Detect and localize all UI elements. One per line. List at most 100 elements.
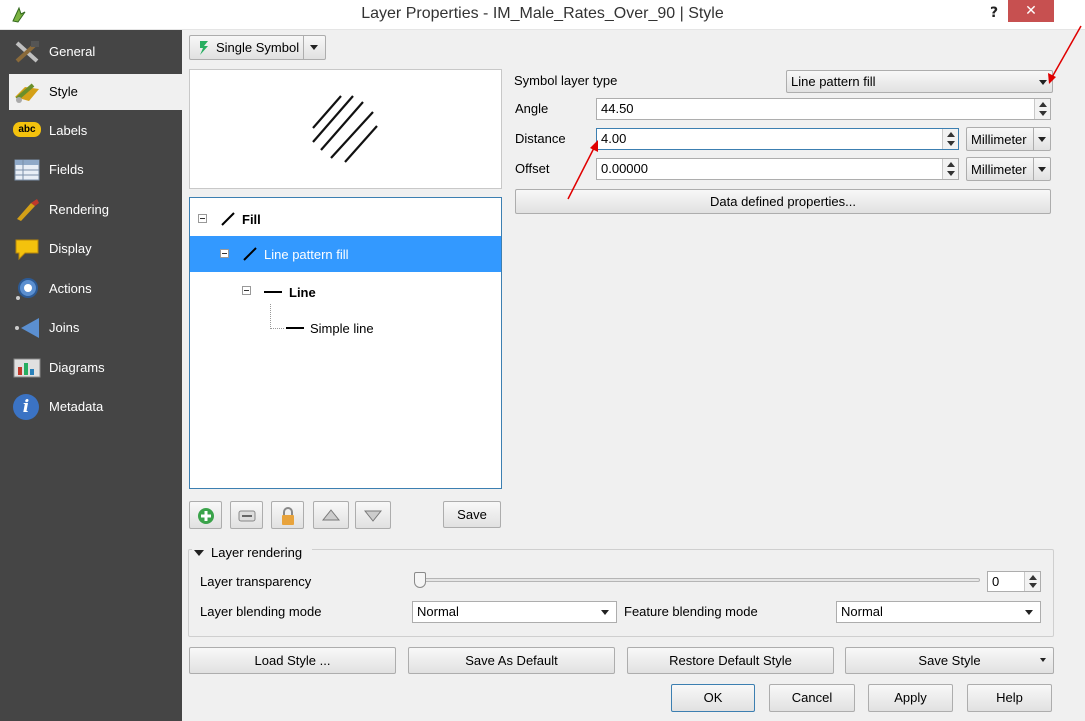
help-button[interactable]: Help [967,684,1052,712]
sidebar-item-diagrams[interactable]: Diagrams [9,350,182,386]
distance-unit-select[interactable]: Millimeter [966,127,1051,151]
renderer-label: Single Symbol [216,40,300,55]
collapse-icon[interactable] [242,286,251,295]
chevron-down-icon [1038,137,1046,142]
chevron-down-icon [1025,610,1033,615]
chevron-down-icon [601,610,609,615]
distance-label: Distance [515,131,566,146]
save-style-label: Save Style [918,653,981,668]
angle-stepper[interactable] [1034,99,1050,119]
unit-divider [1033,158,1034,180]
offset-label: Offset [515,161,550,176]
sidebar-item-style[interactable]: Style [9,74,182,110]
collapse-icon[interactable] [198,214,207,223]
line-pattern-preview [312,95,378,163]
renderer-divider [303,36,304,59]
move-up-button[interactable] [313,501,349,529]
move-down-button[interactable] [355,501,391,529]
sidebar-item-label: Metadata [49,399,104,414]
symbol-preview [189,69,502,189]
chevron-down-icon [310,45,318,50]
sidebar-item-label: Labels [49,123,88,138]
sidebar-item-label: Style [49,84,78,99]
move-down-icon [364,510,382,522]
save-style-button[interactable]: Save Style [845,647,1054,674]
offset-value: 0.00000 [601,161,648,176]
tree-label-line-pattern-fill: Line pattern fill [264,247,349,262]
cancel-button[interactable]: Cancel [769,684,855,712]
tree-item-line[interactable]: Line [190,274,501,310]
unit-divider [1033,128,1034,150]
minus-icon [238,510,256,522]
offset-spinbox[interactable]: 0.00000 [596,158,959,180]
display-icon [15,239,39,261]
sidebar-item-fields[interactable]: Fields [9,152,182,188]
transparency-spinbox[interactable]: 0 [987,571,1041,592]
transparency-value: 0 [992,574,1000,589]
distance-spinbox[interactable]: 4.00 [596,128,959,150]
line-pattern-symbol-icon [243,247,257,261]
restore-default-style-button[interactable]: Restore Default Style [627,647,834,674]
layer-rendering-header[interactable]: Layer rendering [192,544,312,562]
line-symbol-icon [264,291,282,293]
sidebar-item-label: General [49,44,96,59]
plus-icon [198,508,214,524]
load-style-button[interactable]: Load Style ... [189,647,396,674]
renderer-select[interactable]: Single Symbol [189,35,326,60]
lock-layer-button[interactable] [271,501,304,529]
transparency-stepper[interactable] [1024,572,1040,591]
data-defined-properties-button[interactable]: Data defined properties... [515,189,1051,214]
tree-item-simple-line[interactable]: Simple line [190,304,501,346]
feature-blending-value: Normal [841,604,883,619]
sidebar-item-label: Joins [49,320,80,335]
angle-spinbox[interactable]: 44.50 [596,98,1051,120]
collapse-icon[interactable] [220,249,229,258]
collapse-triangle-icon [194,550,204,556]
save-as-default-button[interactable]: Save As Default [408,647,615,674]
feature-blending-select[interactable]: Normal [836,601,1041,623]
ok-button[interactable]: OK [671,684,755,712]
sidebar-item-label: Actions [49,281,92,296]
symbol-layer-type-select[interactable]: Line pattern fill [786,70,1053,93]
fill-symbol-icon [221,212,235,226]
save-symbol-button[interactable]: Save [443,501,501,528]
lock-icon [282,507,294,525]
sidebar-item-metadata[interactable]: i Metadata [9,389,182,425]
distance-value: 4.00 [601,131,627,146]
apply-button[interactable]: Apply [868,684,953,712]
sidebar-item-display[interactable]: Display [9,231,182,267]
close-button[interactable]: ✕ [1008,0,1054,22]
distance-unit-value: Millimeter [971,132,1027,147]
tree-connector [270,328,284,329]
single-symbol-icon [200,41,208,55]
layer-blending-label: Layer blending mode [200,604,322,619]
diagrams-icon [13,358,41,378]
general-icon [15,41,39,63]
labels-icon: abc [13,122,41,137]
help-title-button[interactable]: ? [983,2,1005,24]
angle-value: 44.50 [601,101,634,116]
distance-stepper[interactable] [942,129,958,149]
tree-item-fill[interactable]: Fill [190,200,501,236]
sidebar-item-actions[interactable]: Actions [9,271,182,307]
sidebar-item-general[interactable]: General [9,34,182,70]
fields-icon [14,159,40,181]
transparency-slider-track[interactable] [420,578,980,582]
transparency-slider-handle[interactable] [414,572,426,588]
tree-connector [270,304,271,329]
layer-rendering-title: Layer rendering [211,545,303,560]
offset-unit-select[interactable]: Millimeter [966,157,1051,181]
tree-item-line-pattern-fill[interactable]: Line pattern fill [190,236,501,272]
rendering-icon [17,199,39,221]
layer-blending-value: Normal [417,604,459,619]
add-symbol-layer-button[interactable] [189,501,222,529]
sidebar-item-labels[interactable]: abc Labels [9,113,182,149]
offset-unit-value: Millimeter [971,162,1027,177]
offset-stepper[interactable] [942,159,958,179]
layer-transparency-label: Layer transparency [200,574,312,589]
layer-blending-select[interactable]: Normal [412,601,617,623]
remove-symbol-layer-button[interactable] [230,501,263,529]
sidebar-item-rendering[interactable]: Rendering [9,192,182,228]
angle-label: Angle [515,101,549,116]
sidebar-item-joins[interactable]: Joins [9,310,182,346]
